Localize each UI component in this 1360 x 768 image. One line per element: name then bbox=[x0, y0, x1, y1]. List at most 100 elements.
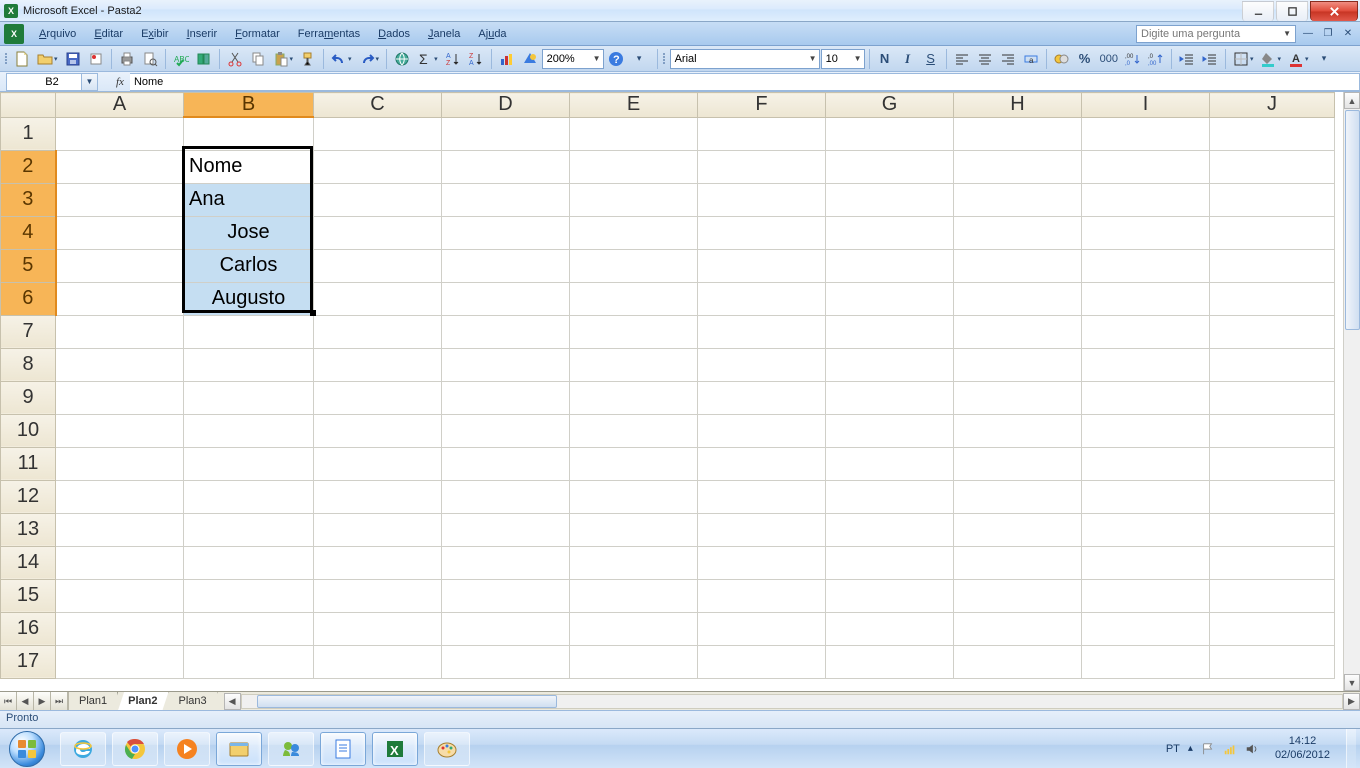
cell-H15[interactable] bbox=[954, 579, 1082, 612]
menu-arquivo[interactable]: Arquivo bbox=[30, 24, 85, 44]
cell-I1[interactable] bbox=[1082, 117, 1210, 150]
menu-ferramentas[interactable]: Ferramentas bbox=[289, 24, 369, 44]
cell-I17[interactable] bbox=[1082, 645, 1210, 678]
cell-E17[interactable] bbox=[570, 645, 698, 678]
cell-I3[interactable] bbox=[1082, 183, 1210, 216]
cell-I14[interactable] bbox=[1082, 546, 1210, 579]
workbook-restore-button[interactable]: ❐ bbox=[1320, 27, 1336, 41]
row-header-3[interactable]: 3 bbox=[1, 183, 56, 216]
taskbar-paint-button[interactable] bbox=[424, 732, 470, 766]
cell-F10[interactable] bbox=[698, 414, 826, 447]
cell-A2[interactable] bbox=[56, 150, 184, 183]
cell-D16[interactable] bbox=[442, 612, 570, 645]
cell-H17[interactable] bbox=[954, 645, 1082, 678]
cell-A13[interactable] bbox=[56, 513, 184, 546]
select-all-corner[interactable] bbox=[1, 93, 56, 118]
cell-D11[interactable] bbox=[442, 447, 570, 480]
cell-B7[interactable] bbox=[184, 315, 314, 348]
cell-G10[interactable] bbox=[826, 414, 954, 447]
cell-D3[interactable] bbox=[442, 183, 570, 216]
cell-A17[interactable] bbox=[56, 645, 184, 678]
cell-H9[interactable] bbox=[954, 381, 1082, 414]
cell-F8[interactable] bbox=[698, 348, 826, 381]
vertical-scrollbar[interactable]: ▲ ▼ bbox=[1343, 92, 1360, 691]
paste-button[interactable]: ▾ bbox=[270, 48, 297, 70]
cell-F14[interactable] bbox=[698, 546, 826, 579]
menu-janela[interactable]: Janela bbox=[419, 24, 469, 44]
cell-G8[interactable] bbox=[826, 348, 954, 381]
sheet-tab-plan1[interactable]: Plan1 bbox=[69, 692, 118, 710]
cell-G16[interactable] bbox=[826, 612, 954, 645]
cell-G3[interactable] bbox=[826, 183, 954, 216]
cell-I16[interactable] bbox=[1082, 612, 1210, 645]
tray-flag-icon[interactable] bbox=[1201, 742, 1215, 756]
save-button[interactable] bbox=[62, 48, 84, 70]
chevron-down-icon[interactable]: ▼ bbox=[81, 74, 97, 90]
drawing-button[interactable] bbox=[519, 48, 541, 70]
cell-C7[interactable] bbox=[314, 315, 442, 348]
toolbar-grip[interactable] bbox=[3, 48, 8, 70]
cell-I13[interactable] bbox=[1082, 513, 1210, 546]
cell-A5[interactable] bbox=[56, 249, 184, 282]
cell-H6[interactable] bbox=[954, 282, 1082, 315]
row-header-12[interactable]: 12 bbox=[1, 480, 56, 513]
cell-B12[interactable] bbox=[184, 480, 314, 513]
scroll-down-button[interactable]: ▼ bbox=[1344, 674, 1360, 691]
scroll-right-button[interactable]: ▶ bbox=[1343, 693, 1360, 710]
cell-J14[interactable] bbox=[1210, 546, 1335, 579]
taskbar-excel-button[interactable]: X bbox=[372, 732, 418, 766]
row-header-11[interactable]: 11 bbox=[1, 447, 56, 480]
decrease-decimal-button[interactable]: ,0,00 bbox=[1145, 48, 1167, 70]
cell-F11[interactable] bbox=[698, 447, 826, 480]
cell-C12[interactable] bbox=[314, 480, 442, 513]
cell-G17[interactable] bbox=[826, 645, 954, 678]
tray-network-icon[interactable] bbox=[1223, 742, 1237, 756]
cell-G4[interactable] bbox=[826, 216, 954, 249]
taskbar-ie-button[interactable] bbox=[60, 732, 106, 766]
cell-I4[interactable] bbox=[1082, 216, 1210, 249]
borders-button[interactable]: ▾ bbox=[1230, 48, 1257, 70]
cell-I15[interactable] bbox=[1082, 579, 1210, 612]
window-close-button[interactable] bbox=[1310, 1, 1358, 21]
formula-input[interactable]: Nome bbox=[130, 73, 1360, 91]
cell-F1[interactable] bbox=[698, 117, 826, 150]
cell-G5[interactable] bbox=[826, 249, 954, 282]
cell-E7[interactable] bbox=[570, 315, 698, 348]
cell-A11[interactable] bbox=[56, 447, 184, 480]
taskbar-chrome-button[interactable] bbox=[112, 732, 158, 766]
cell-B16[interactable] bbox=[184, 612, 314, 645]
row-header-8[interactable]: 8 bbox=[1, 348, 56, 381]
cell-E12[interactable] bbox=[570, 480, 698, 513]
cell-J8[interactable] bbox=[1210, 348, 1335, 381]
cell-D7[interactable] bbox=[442, 315, 570, 348]
cell-A14[interactable] bbox=[56, 546, 184, 579]
cell-F5[interactable] bbox=[698, 249, 826, 282]
undo-button[interactable]: ▾ bbox=[328, 48, 355, 70]
cell-B8[interactable] bbox=[184, 348, 314, 381]
cell-I7[interactable] bbox=[1082, 315, 1210, 348]
tray-chevron-icon[interactable]: ▴ bbox=[1188, 743, 1193, 754]
italic-button[interactable]: I bbox=[897, 48, 919, 70]
tray-clock[interactable]: 14:12 02/06/2012 bbox=[1267, 735, 1338, 763]
font-size-combo[interactable]: 10▼ bbox=[821, 49, 865, 69]
cell-H5[interactable] bbox=[954, 249, 1082, 282]
autosum-button[interactable]: Σ▾ bbox=[414, 48, 441, 70]
cell-F6[interactable] bbox=[698, 282, 826, 315]
fill-color-button[interactable]: ▾ bbox=[1257, 48, 1284, 70]
cell-C11[interactable] bbox=[314, 447, 442, 480]
tab-nav-first[interactable]: ⏮ bbox=[0, 692, 17, 710]
sort-asc-button[interactable]: AZ bbox=[442, 48, 464, 70]
cell-H13[interactable] bbox=[954, 513, 1082, 546]
column-header-G[interactable]: G bbox=[826, 93, 954, 118]
cell-J15[interactable] bbox=[1210, 579, 1335, 612]
cell-D13[interactable] bbox=[442, 513, 570, 546]
permission-button[interactable] bbox=[85, 48, 107, 70]
row-header-17[interactable]: 17 bbox=[1, 645, 56, 678]
row-header-14[interactable]: 14 bbox=[1, 546, 56, 579]
cell-E13[interactable] bbox=[570, 513, 698, 546]
cell-H8[interactable] bbox=[954, 348, 1082, 381]
excel-app-icon[interactable]: X bbox=[4, 24, 24, 44]
cell-C2[interactable] bbox=[314, 150, 442, 183]
spelling-button[interactable]: ABC bbox=[170, 48, 192, 70]
cell-A1[interactable] bbox=[56, 117, 184, 150]
